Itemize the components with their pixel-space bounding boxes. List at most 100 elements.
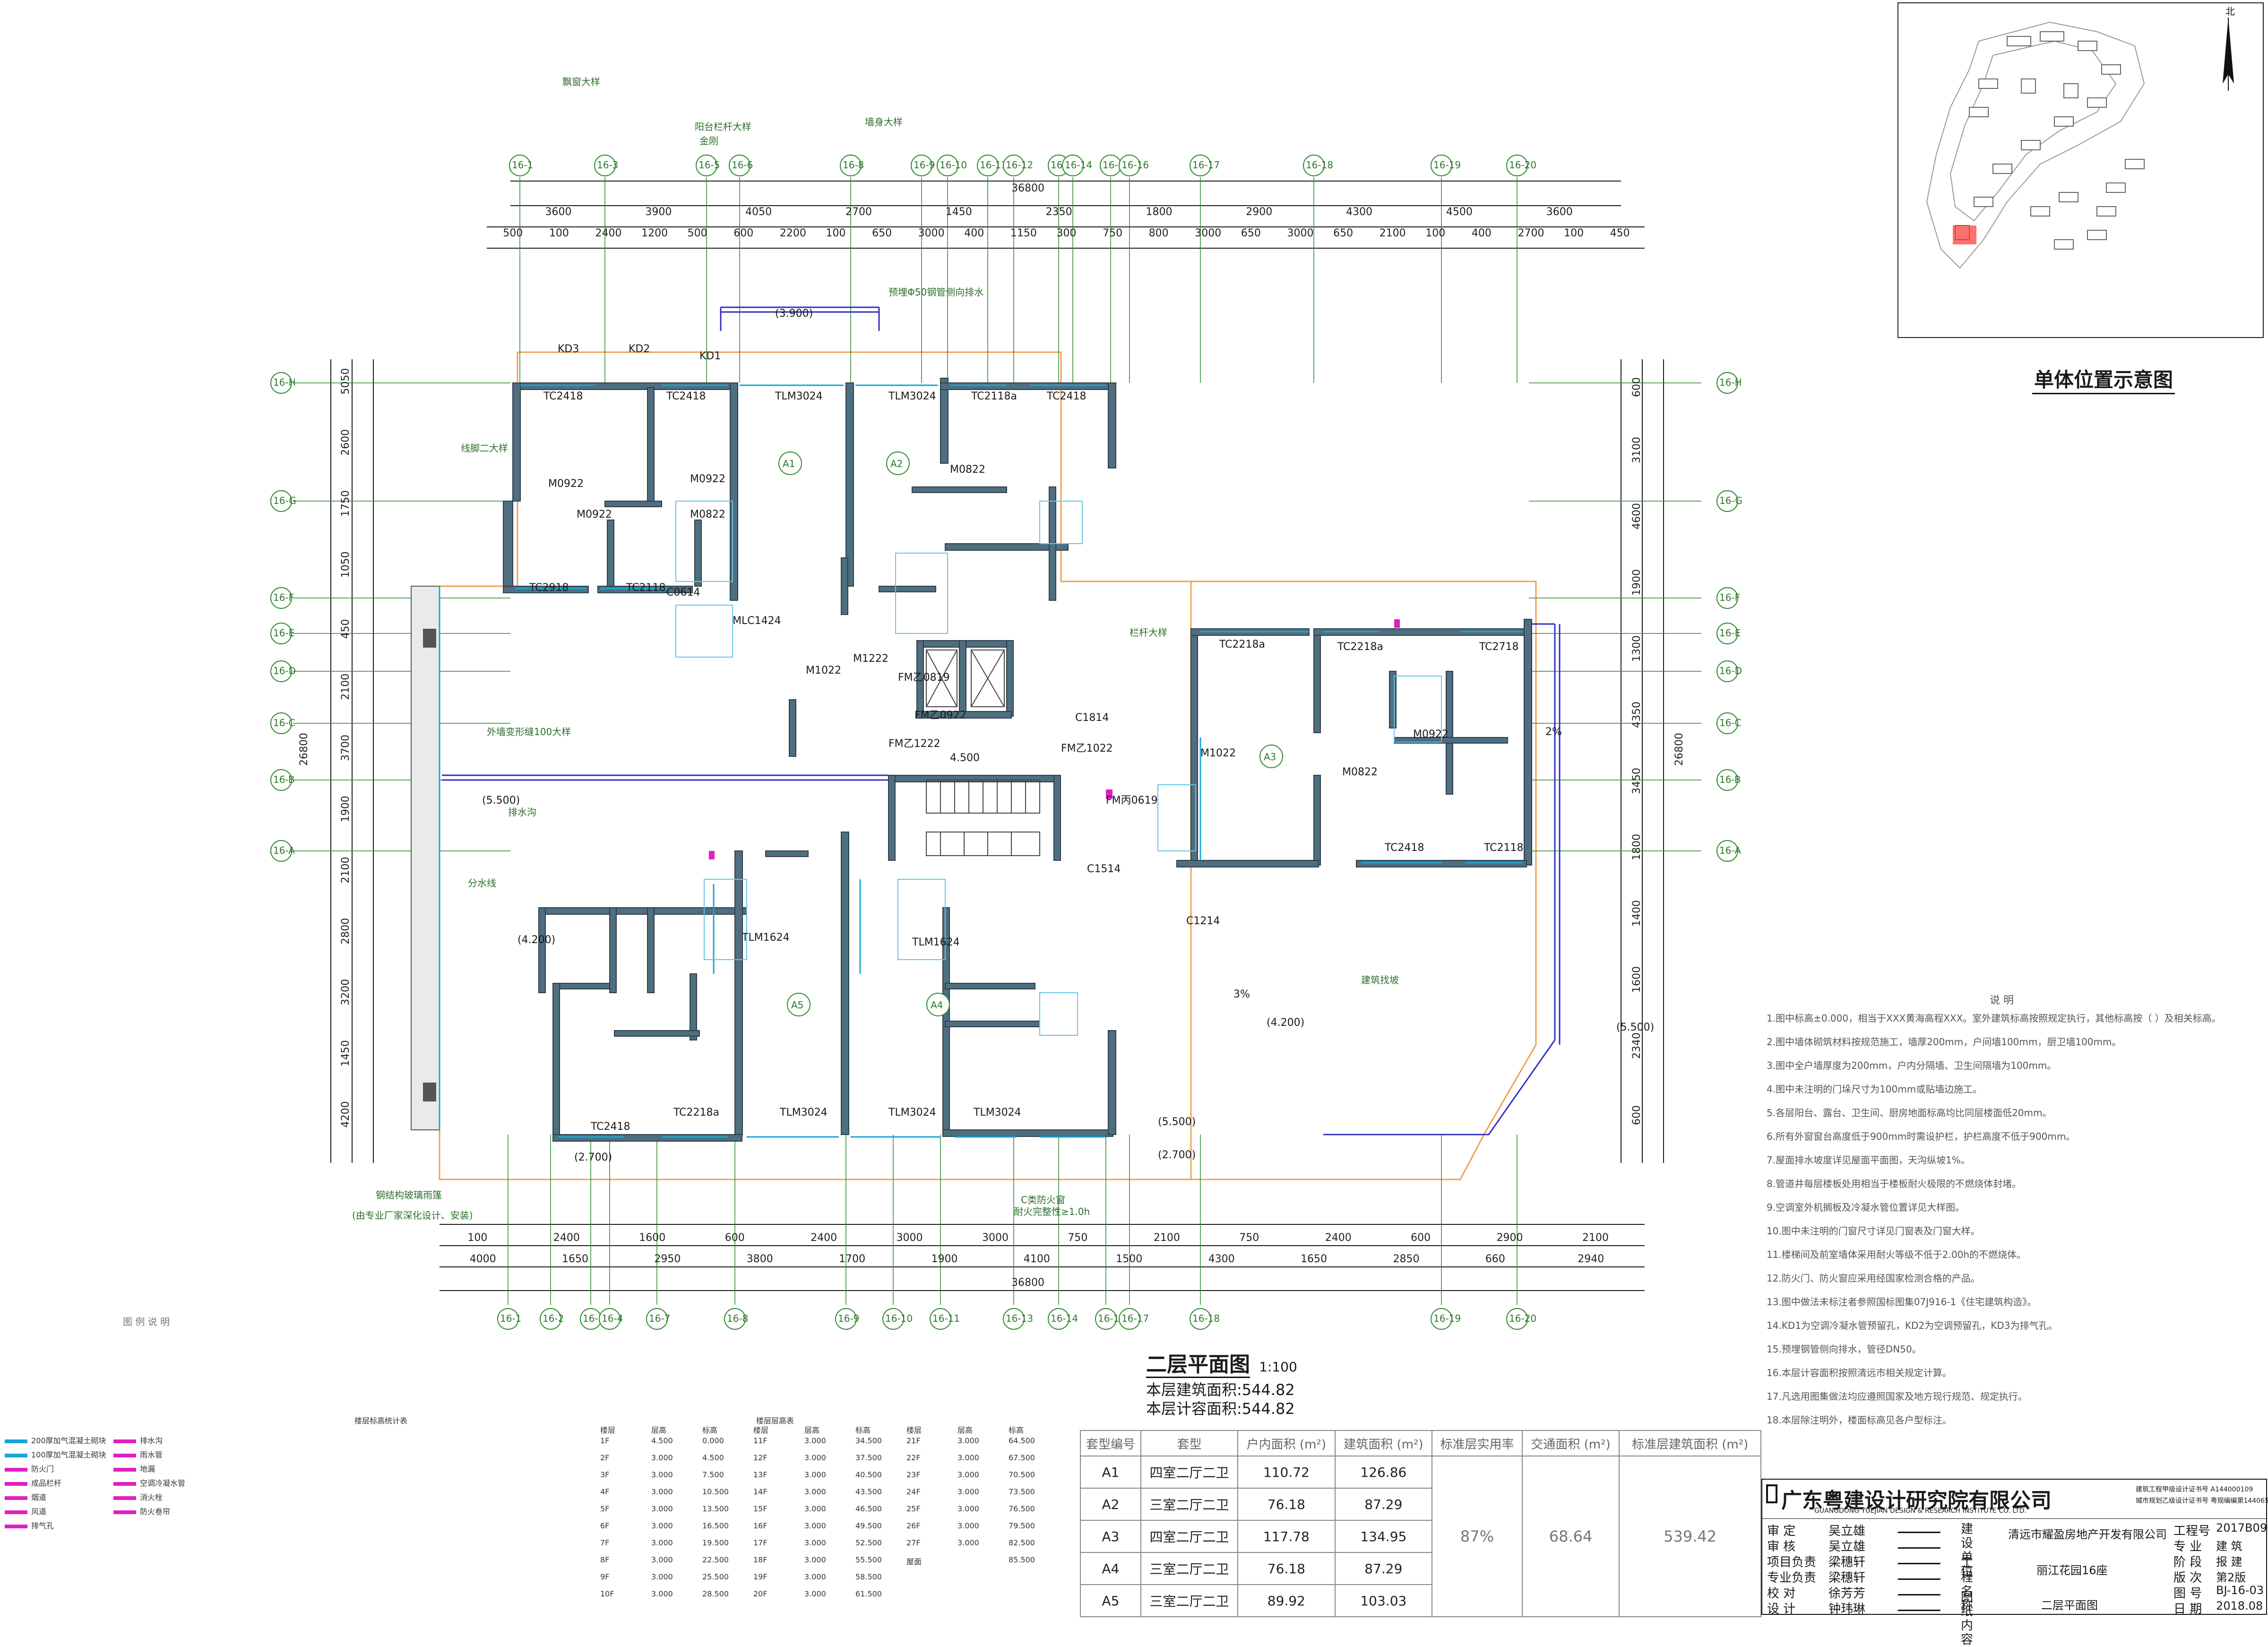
total-cell: 539.42 (1619, 1456, 1761, 1617)
legend: 图 例 说 明 200厚加气混凝土砌块 100厚加气混凝土砌块 防火门 成品栏杆 烟道风… (0, 1316, 302, 1616)
door-label: FM乙0922 (914, 710, 966, 721)
unit-label: A2 (890, 458, 903, 469)
table-cell: 0.000 (702, 1436, 724, 1445)
table-cell: 64.500 (1009, 1436, 1035, 1445)
legend-label: 地漏 (140, 1465, 155, 1474)
company-name-en: GUANGDONG YUEJIAN DESIGN & RESEARCH INST… (1814, 1507, 2027, 1515)
note-line: 3.图中全户墙厚度为200mm，户内分隔墙、卫生间隔墙为100mm。 (1767, 1060, 2057, 1071)
table-cell: 19.500 (702, 1538, 729, 1547)
misc-label: KD1 (699, 350, 721, 362)
legend-item: 消火栓 (113, 1491, 163, 1502)
legend-swatch (113, 1510, 136, 1514)
table-cell: 3.000 (651, 1504, 673, 1513)
table-cell: 61.500 (855, 1589, 882, 1598)
axis-label: 16-2 (543, 1313, 564, 1324)
misc-label: (5.500) (1616, 1022, 1654, 1033)
left-segment-dimension: 450 (340, 619, 352, 639)
grid-axis-bubbles: 16-1 16-3 16-5 16-6 16-8 16-9 16-10 16-1116-12 1… (270, 155, 1742, 1330)
client-name: 清远市耀盈房地产开发有限公司 (2008, 1528, 2167, 1541)
top-segment-dimension: 4050 (745, 206, 772, 218)
bottom-segment-dimension: 2940 (1578, 1253, 1604, 1265)
signature (1897, 1523, 1944, 1533)
table-cell: 87.29 (1334, 1552, 1433, 1585)
table-cell (1009, 1572, 1060, 1581)
left-segment-dimension: 5050 (340, 368, 352, 395)
area-col-traffic: 交通面积 (m²) (1521, 1430, 1620, 1456)
role-label: 审 核 (1767, 1540, 1796, 1554)
north-arrow: 北 (2223, 6, 2235, 91)
right-segment-dimension: 1400 (1631, 900, 1643, 927)
misc-label: 3% (1233, 988, 1250, 1000)
top-segment-dimension: 1800 (1146, 206, 1172, 218)
building-area-label: 本层建筑面积: (1146, 1381, 1242, 1399)
note-line: 7.屋面排水坡度详见屋面平面图，天沟纵坡1%。 (1767, 1154, 1970, 1166)
top-detail-dimension: 650 (1241, 227, 1261, 239)
legend-item: 防火卷帘 (113, 1505, 170, 1517)
table-cell: A4 (1080, 1552, 1141, 1585)
table-cell: 3.000 (957, 1453, 979, 1462)
axis-label: 16-G (273, 495, 296, 506)
north-label: 北 (2225, 6, 2235, 17)
legend-label: 成品栏杆 (31, 1479, 62, 1488)
axis-label: 16-19 (1433, 1313, 1461, 1324)
table-cell: 3F (600, 1470, 610, 1479)
role-name: 徐芳芳 (1828, 1586, 1866, 1601)
misc-label: TLM1624 (742, 932, 790, 944)
misc-label: C0614 (666, 587, 700, 598)
table-cell: 17F (753, 1538, 767, 1547)
legend-item: 200厚加气混凝土砌块 (5, 1434, 106, 1446)
legend-label: 防火门 (31, 1465, 54, 1474)
left-segment-dimension: 1450 (340, 1040, 352, 1066)
table-cell: 四室二厅二卫 (1140, 1456, 1239, 1489)
table-cell: 20F (753, 1589, 767, 1598)
table-cell: 76.18 (1237, 1552, 1336, 1585)
table-row: 3F 3.000 7.500 13F 3.000 40.500 23F 3.000 70.500 (600, 1470, 1060, 1479)
table-cell: A2 (1080, 1488, 1141, 1521)
window-label: TC2418 (1384, 842, 1424, 854)
axis-label: 16-9 (838, 1313, 859, 1324)
misc-label: MLC1424 (733, 615, 781, 627)
table-cell: 22.500 (702, 1555, 729, 1564)
table-cell: 7F (600, 1538, 610, 1547)
legend-label: 烟道 (31, 1493, 47, 1502)
window-label: TC2418 (1046, 390, 1087, 402)
top-detail-dimension: 100 (1425, 227, 1445, 239)
door-label: M0822 (950, 464, 985, 476)
table-cell: 三室二厅二卫 (1140, 1488, 1239, 1521)
table-cell: 10.500 (702, 1487, 729, 1496)
axis-label: 16-A (273, 845, 295, 856)
axis-label: 16-C (273, 717, 295, 728)
top-segment-dimension: 4500 (1446, 206, 1473, 218)
top-detail-dimension: 3000 (1287, 227, 1313, 239)
callout-text: 建筑找坡 (1361, 974, 1399, 986)
key-plan-drawing: 北 (1926, 6, 2235, 269)
table-cell: 34.500 (855, 1436, 882, 1445)
bottom-segment-dimension: 2850 (1393, 1253, 1419, 1265)
bottom-segment-dimension: 1700 (839, 1253, 865, 1265)
table-cell: 79.500 (1009, 1521, 1035, 1530)
legend-swatch (113, 1496, 136, 1500)
table-cell: 43.500 (855, 1487, 882, 1496)
note-line: 9.空调室外机搁板及冷凝水管位置详见大样图。 (1767, 1202, 1965, 1213)
table-cell: 110.72 (1237, 1456, 1336, 1489)
legend-label: 防火卷帘 (140, 1507, 171, 1516)
top-overall-dimension: 36800 (1011, 182, 1044, 194)
window-label: TC2118a (971, 390, 1017, 402)
top-segment-dimension: 4300 (1346, 206, 1372, 218)
top-detail-dimension: 400 (1472, 227, 1492, 239)
meta-label: 版 次 (2173, 1571, 2202, 1585)
left-segment-dimension: 4200 (340, 1101, 352, 1127)
window-label: TLM3024 (775, 390, 823, 402)
floor-col-header: 层高 (651, 1426, 667, 1435)
table-row: 8F 3.000 22.500 18F 3.000 55.500 屋面 85.500 (600, 1555, 1060, 1567)
misc-label: (4.200) (517, 934, 555, 946)
door-label: FM乙1222 (888, 738, 940, 750)
area-col-total: 标准层建筑面积 (m²) (1619, 1430, 1761, 1456)
misc-label: C1214 (1186, 915, 1220, 927)
table-cell: 3.000 (957, 1538, 979, 1547)
meta-value: BJ-16-03 (2216, 1584, 2264, 1597)
top-detail-dimension: 650 (872, 227, 892, 239)
table-cell: 89.92 (1237, 1584, 1336, 1617)
left-segment-dimension: 2100 (340, 857, 352, 883)
right-segment-dimension: 3100 (1631, 437, 1643, 463)
